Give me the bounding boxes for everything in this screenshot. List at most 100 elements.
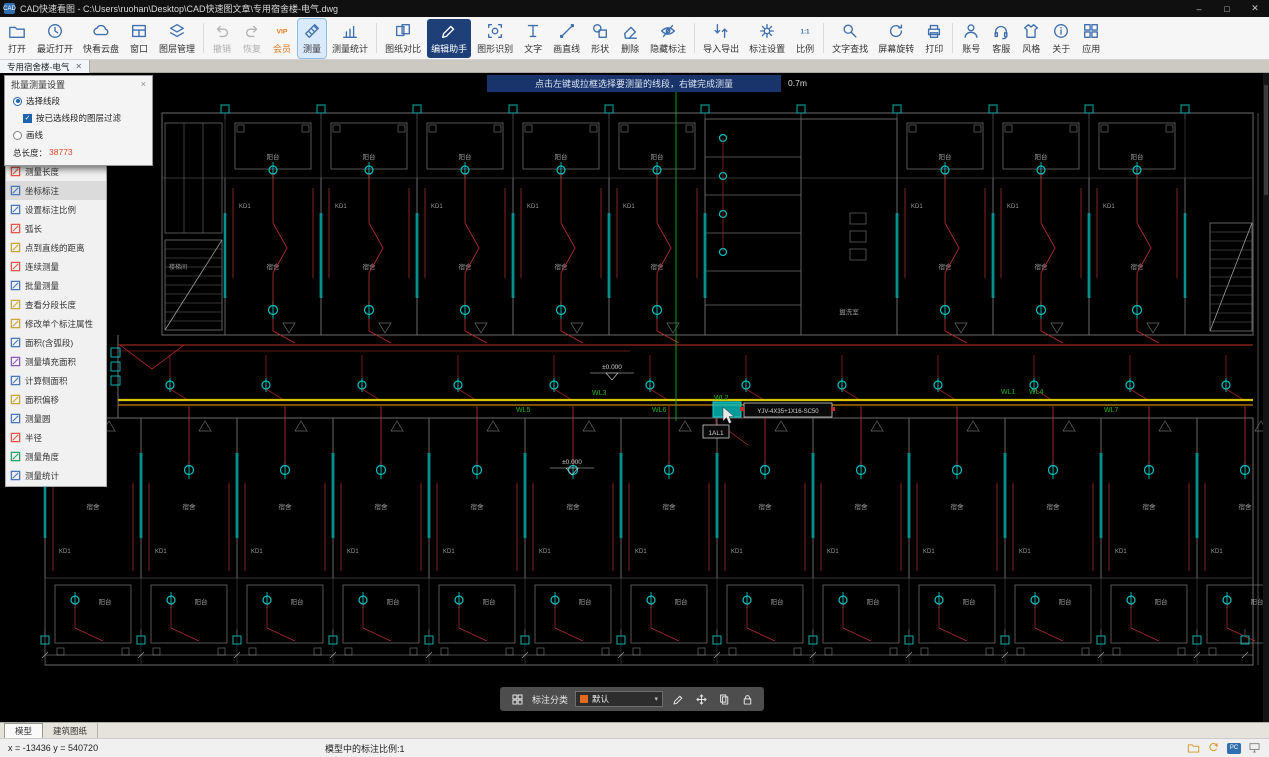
toolbar-text-search-label: 文字查找 xyxy=(832,42,868,55)
toolbar-hide-annotations-button[interactable]: 隐藏标注 xyxy=(646,19,690,58)
toolbar-text-search-button[interactable]: 文字查找 xyxy=(828,19,872,58)
shape-recognition-icon xyxy=(486,22,504,41)
checkbox-layer-filter[interactable]: ✓ 按已选线段的图层过滤 xyxy=(5,109,152,126)
sidebar-item-set-annotation-scale[interactable]: 设置标注比例 xyxy=(6,200,106,219)
toolbar-text-button[interactable]: 文字 xyxy=(519,19,547,58)
annotation-toolbar: 标注分类 默认 ▾ xyxy=(500,687,764,711)
document-tab[interactable]: 专用宿舍楼-电气 ✕ xyxy=(0,60,90,73)
document-tab-bar: 专用宿舍楼-电气 ✕ xyxy=(0,60,1269,73)
circuit-label-kd1: KD1 xyxy=(1103,204,1115,210)
sidebar-item-measure-circle[interactable]: 测量圆 xyxy=(6,409,106,428)
sidebar-item-side-area[interactable]: 计算侧面积 xyxy=(6,371,106,390)
toolbar-import-export-button[interactable]: 导入导出 xyxy=(699,19,743,58)
room-label-dorm: 宿舍 xyxy=(663,502,677,511)
option-label: 画线 xyxy=(26,129,43,141)
toolbar-delete-button[interactable]: 删除 xyxy=(616,19,644,58)
folder-icon[interactable] xyxy=(1187,741,1200,756)
toolbar-vip-member-button[interactable]: VIP会员 xyxy=(268,19,296,58)
toolbar-cloud-drive-button[interactable]: 快看云盘 xyxy=(79,19,123,58)
toolbar-measure-button[interactable]: 测量 xyxy=(298,19,326,58)
toolbar-window-button[interactable]: 窗口 xyxy=(125,19,153,58)
edit-annotation-icon[interactable] xyxy=(670,691,686,707)
toolbar-import-export-label: 导入导出 xyxy=(703,42,739,55)
toolbar-redo-button[interactable]: 恢复 xyxy=(238,19,266,58)
toolbar-about-button[interactable]: 关于 xyxy=(1047,19,1075,58)
toolbar-drawing-compare-button[interactable]: 图纸对比 xyxy=(381,19,425,58)
toolbar-layer-manager-button[interactable]: 图层管理 xyxy=(155,19,199,58)
copy-annotation-icon[interactable] xyxy=(716,691,732,707)
category-grid-icon[interactable] xyxy=(509,691,525,707)
toolbar-shapes-button[interactable]: 形状 xyxy=(586,19,614,58)
radio-draw-line[interactable]: 画线 xyxy=(5,126,152,143)
tab-close-icon[interactable]: ✕ xyxy=(75,62,82,71)
toolbar-layer-manager-label: 图层管理 xyxy=(159,42,195,55)
radio-icon xyxy=(13,97,22,106)
scrollbar-thumb[interactable] xyxy=(1264,85,1268,195)
sidebar-item-view-segment-length[interactable]: 查看分段长度 xyxy=(6,295,106,314)
room-label-dorm: 宿舍 xyxy=(567,502,581,511)
sync-icon[interactable] xyxy=(1207,741,1220,756)
toolbar-undo-button[interactable]: 撤销 xyxy=(208,19,236,58)
sidebar-item-coordinate-annotation[interactable]: 坐标标注 xyxy=(6,181,106,200)
sidebar-item-point-to-line-distance[interactable]: 点到直线的距离 xyxy=(6,238,106,257)
toolbar-account-button[interactable]: 账号 xyxy=(957,19,985,58)
sidebar-item-fill-area[interactable]: 测量填充面积 xyxy=(6,352,106,371)
toolbar-open-button[interactable]: 打开 xyxy=(3,19,31,58)
room-label-balcony: 阳台 xyxy=(1059,597,1072,606)
toolbar-annotation-settings-button[interactable]: 标注设置 xyxy=(745,19,789,58)
layer-manager-icon xyxy=(168,22,186,41)
pc-badge-icon[interactable]: PC xyxy=(1227,743,1241,754)
sidebar-item-area-with-arc[interactable]: 面积(含弧段) xyxy=(6,333,106,352)
sidebar-item-edit-single-annotation[interactable]: 修改单个标注属性 xyxy=(6,314,106,333)
cursor-distance-label: 0.7m xyxy=(788,78,807,88)
measure-hint-text: 点击左键或拉框选择要测量的线段，右键完成测量 xyxy=(535,77,733,90)
toolbar-cloud-drive-label: 快看云盘 xyxy=(83,42,119,55)
toolbar-scale-button[interactable]: 1:1比例 xyxy=(791,19,819,58)
tab-model[interactable]: 模型 xyxy=(4,723,43,738)
move-annotation-icon[interactable] xyxy=(693,691,709,707)
toolbar-shape-recognition-button[interactable]: 图形识别 xyxy=(473,19,517,58)
undo-icon xyxy=(213,22,231,41)
cad-drawing[interactable]: 阳台KD1宿舍阳台KD1宿舍阳台KD1宿舍阳台KD1宿舍阳台KD1宿舍阳台KD1… xyxy=(0,73,1269,722)
sidebar-item-measure-statistics[interactable]: 测量统计 xyxy=(6,466,106,485)
sidebar-item-batch-measure[interactable]: 批量测量 xyxy=(6,276,106,295)
toolbar-edit-assistant-button[interactable]: 编辑助手 xyxy=(427,19,471,58)
room-label-balcony: 阳台 xyxy=(483,597,496,606)
monitor-icon[interactable] xyxy=(1248,741,1261,756)
app-logo-icon: CAD xyxy=(4,3,15,14)
toolbar-apps-button[interactable]: 应用 xyxy=(1077,19,1105,58)
toolbar-screen-rotate-button[interactable]: 屏幕旋转 xyxy=(874,19,918,58)
radio-select-segment[interactable]: 选择线段 xyxy=(5,92,152,109)
print-icon xyxy=(925,22,943,41)
maximize-button[interactable]: □ xyxy=(1213,0,1241,17)
room-label-dorm: 宿舍 xyxy=(1143,502,1157,511)
sidebar-item-radius[interactable]: 半径 xyxy=(6,428,106,447)
svg-text:1:1: 1:1 xyxy=(801,29,811,36)
sidebar-item-continuous-measure[interactable]: 连续测量 xyxy=(6,257,106,276)
toolbar-recent-button[interactable]: 最近打开 xyxy=(33,19,77,58)
toolbar-print-button[interactable]: 打印 xyxy=(920,19,948,58)
toolbar-separator xyxy=(203,23,204,53)
toolbar-theme-button[interactable]: 风格 xyxy=(1017,19,1045,58)
vertical-scrollbar[interactable] xyxy=(1263,73,1269,722)
toolbar-support-button[interactable]: 客服 xyxy=(987,19,1015,58)
sidebar-item-area-offset[interactable]: 面积偏移 xyxy=(6,390,106,409)
lock-annotation-icon[interactable] xyxy=(739,691,755,707)
toolbar-draw-line-button[interactable]: 画直线 xyxy=(549,19,584,58)
toolbar-measure-stats-button[interactable]: 测量统计 xyxy=(328,19,372,58)
dialog-close-icon[interactable]: × xyxy=(141,79,146,89)
tab-architecture-label: 建筑图纸 xyxy=(53,725,87,737)
annotation-category-select[interactable]: 默认 ▾ xyxy=(575,691,663,707)
cad-canvas[interactable]: 阳台KD1宿舍阳台KD1宿舍阳台KD1宿舍阳台KD1宿舍阳台KD1宿舍阳台KD1… xyxy=(0,73,1269,722)
room-label-balcony: 阳台 xyxy=(1131,152,1144,161)
sidebar-item-measure-angle[interactable]: 测量角度 xyxy=(6,447,106,466)
toolbar-measure-label: 测量 xyxy=(303,42,321,55)
support-icon xyxy=(992,22,1010,41)
tab-architecture-sheets[interactable]: 建筑图纸 xyxy=(43,723,98,738)
batch-measure-icon xyxy=(10,280,21,291)
minimize-button[interactable]: – xyxy=(1185,0,1213,17)
dialog-title-bar[interactable]: 批量测量设置 × xyxy=(5,76,152,92)
wire-label: WL4 xyxy=(1029,389,1044,396)
sidebar-item-arc-length[interactable]: 弧长 xyxy=(6,219,106,238)
close-button[interactable]: ✕ xyxy=(1241,0,1269,17)
